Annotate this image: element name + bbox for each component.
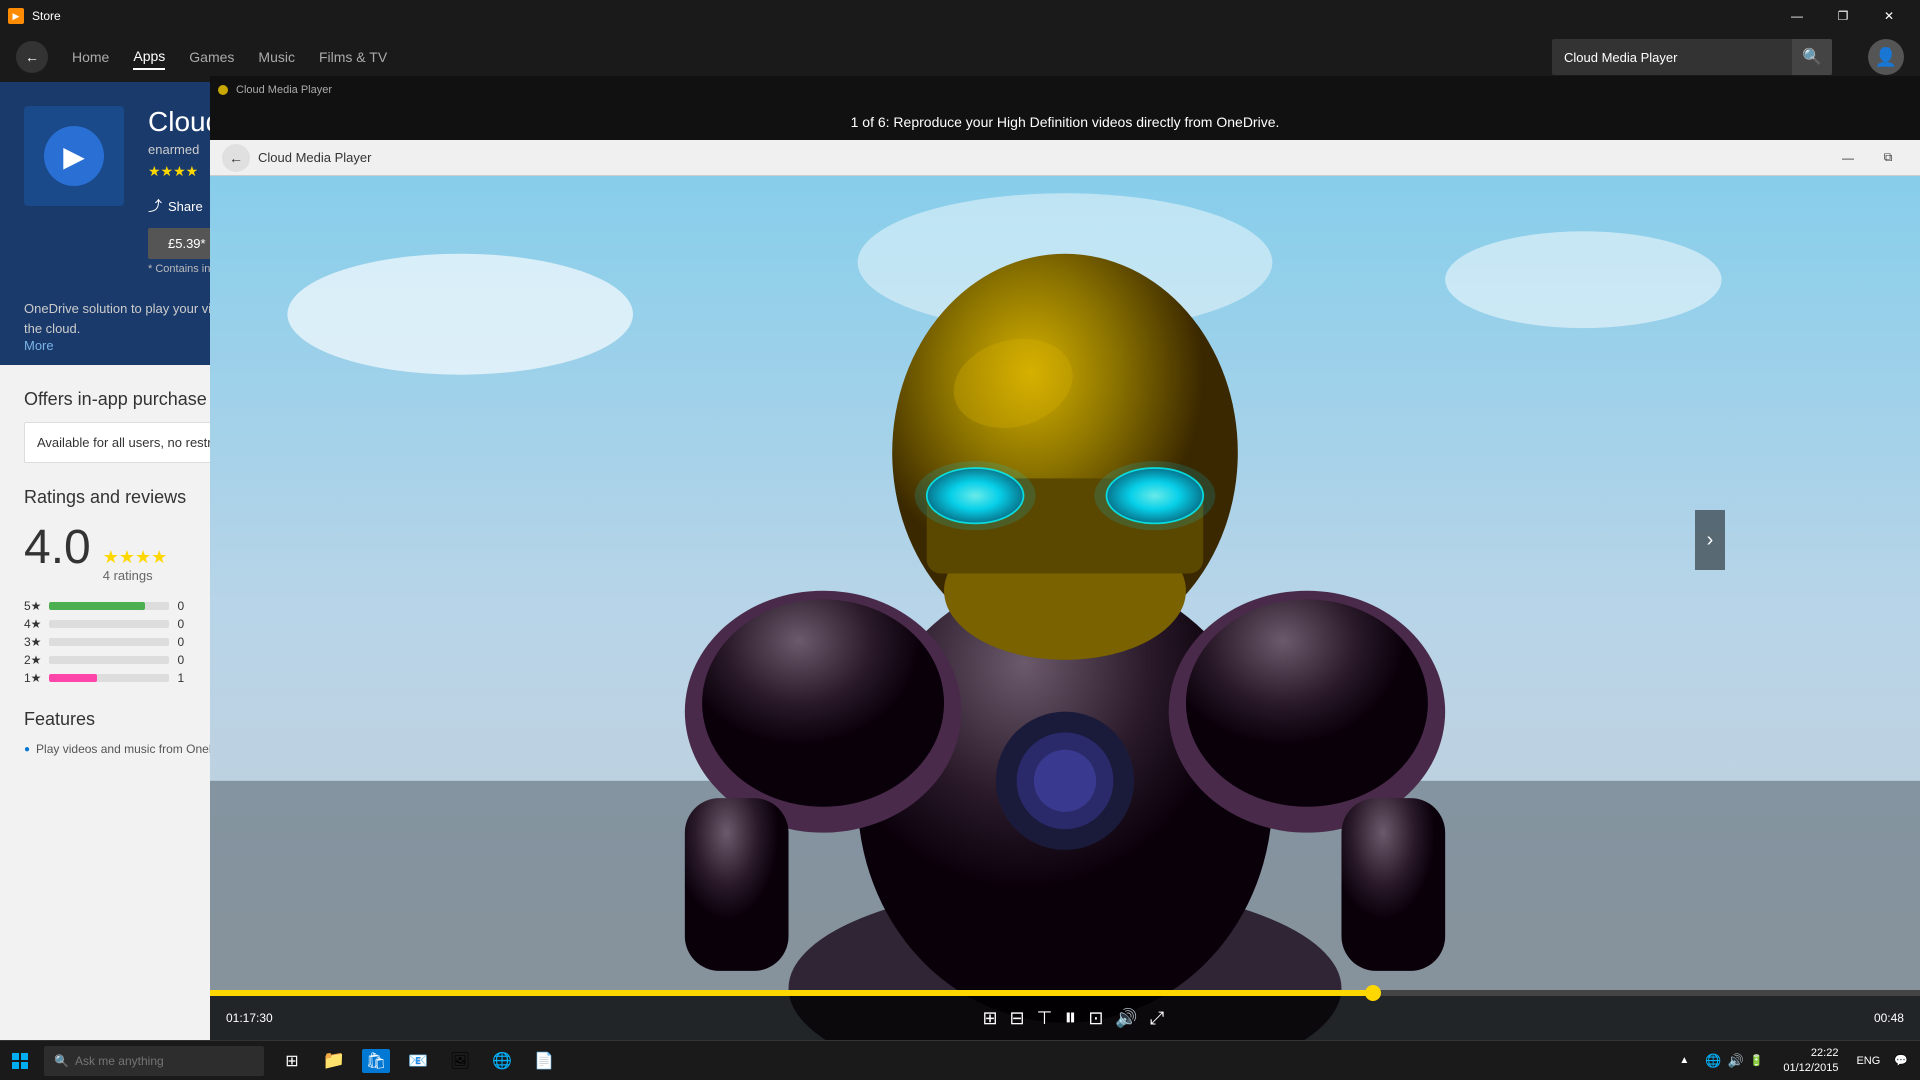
app-icon: ▶ [24,106,124,206]
acrobat-button[interactable]: 📄 [524,1041,564,1080]
bar-track-3 [49,638,169,646]
nav-films-tv[interactable]: Films & TV [319,45,387,69]
player-minimize-button[interactable]: — [1828,142,1868,174]
taskbar-search-input[interactable] [75,1054,235,1068]
rating-total: 4 ratings [103,568,168,583]
start-button[interactable] [0,1041,40,1080]
playlist-button[interactable]: ⊞ [982,1008,997,1029]
avatar[interactable]: 👤 [1868,39,1904,75]
minimap-dot [218,85,228,95]
progress-bar[interactable] [210,990,1920,996]
nav-search-input[interactable] [1552,44,1792,71]
ironman-svg [210,176,1920,1040]
next-button[interactable]: › [1695,510,1725,570]
pause-button[interactable]: ⏸ [1064,1004,1076,1032]
bar-track-5 [49,602,169,610]
app-stars: ★★★★ [148,163,198,180]
progress-fill [210,990,1373,996]
window-controls: — ❐ ✕ [1774,0,1912,32]
title-bar: ▶ Store — ❐ ✕ [0,0,1920,32]
taskbar: 🔍 ⊞ 📁 🛍 📧 🖼 🌐 📄 ▲ 🌐 🔊 🔋 [0,1040,1920,1080]
nav-apps[interactable]: Apps [133,44,165,70]
battery-icon: 🔋 [1750,1054,1764,1067]
windows-icon [12,1053,28,1069]
file-explorer-button[interactable]: 📁 [314,1041,354,1080]
bar-track-4 [49,620,169,628]
nav-back-button[interactable]: ← [16,41,48,73]
minimize-button[interactable]: — [1774,0,1820,32]
closed-caption-button[interactable]: ⊡ [1088,1008,1103,1029]
tray-expand[interactable]: ▲ [1675,1055,1693,1066]
controls-row: 01:17:30 ⊞ ⊟ ⊤ ⏸ ⊡ 🔊 ⤢ 00:48 [210,996,1920,1040]
restore-button[interactable]: ❐ [1820,0,1866,32]
video-content [210,176,1920,1040]
taskbar-clock: 22:22 01/12/2015 [1775,1046,1846,1075]
rating-stars: ★★★★ [103,547,168,568]
minimap-title: Cloud Media Player [236,84,332,96]
bar-track-2 [49,656,169,664]
bar-fill-5 [49,602,145,610]
app-icon-inner: ▶ [44,126,104,186]
close-button[interactable]: ✕ [1866,0,1912,32]
taskbar-tray: ▲ 🌐 🔊 🔋 22:22 01/12/2015 ENG 💬 [1675,1046,1920,1075]
volume-button[interactable]: 🔊 [1115,1008,1137,1029]
player-titlebar: ← Cloud Media Player — ⧉ [210,140,1920,176]
big-rating: 4.0 [24,520,91,575]
time-remaining: 00:48 [1874,1011,1904,1025]
window-icon: ▶ [8,8,24,24]
bar-track-1 [49,674,169,682]
search-icon[interactable]: 🔍 [1792,39,1832,75]
photos-button[interactable]: 🖼 [440,1041,480,1080]
progress-thumb[interactable] [1365,985,1381,1001]
video-area: 01:17:30 ⊞ ⊟ ⊤ ⏸ ⊡ 🔊 ⤢ 00:48 [210,176,1920,1040]
player-title: Cloud Media Player [258,150,371,165]
player-win-controls: — ⧉ [1828,142,1908,174]
fullscreen-button[interactable]: ⤢ [1150,1008,1164,1029]
volume-tray-icon[interactable]: 🔊 [1728,1053,1744,1069]
screenshot-caption: 1 of 6: Reproduce your High Definition v… [210,104,1920,140]
rating-detail: ★★★★ 4 ratings [103,547,168,583]
screenshot-modal: Cloud Media Player 1 of 6: Reproduce you… [210,76,1920,1040]
taskbar-icons: ⊞ 📁 🛍 📧 🖼 🌐 📄 [272,1041,564,1080]
subtitle-button[interactable]: ⊤ [1037,1008,1053,1029]
split-view-button[interactable]: ⊟ [1010,1008,1025,1029]
chrome-button[interactable]: 🌐 [482,1041,522,1080]
window-title-label: Store [32,9,61,23]
network-icon[interactable]: 🌐 [1705,1053,1721,1069]
tray-icons: 🌐 🔊 🔋 [1697,1053,1771,1069]
taskbar-search: 🔍 [44,1046,264,1076]
title-bar-left: ▶ Store [8,8,61,24]
nav-games[interactable]: Games [189,45,234,69]
nav-music[interactable]: Music [258,45,295,69]
store-taskbar-button[interactable]: 🛍 [356,1041,396,1080]
nav-bar: ← Home Apps Games Music Films & TV 🔍 👤 [0,32,1920,82]
playback-controls: ⊞ ⊟ ⊤ ⏸ ⊡ 🔊 ⤢ [982,1004,1164,1032]
lang-indicator: ENG [1850,1055,1886,1067]
mail-button[interactable]: 📧 [398,1041,438,1080]
taskview-button[interactable]: ⊞ [272,1041,312,1080]
nav-home[interactable]: Home [72,45,109,69]
notification-button[interactable]: 💬 [1890,1054,1912,1067]
player-titlebar-left: ← Cloud Media Player [222,144,371,172]
nav-search-box: 🔍 [1552,39,1832,75]
taskbar-search-icon: 🔍 [54,1054,69,1068]
ratings-title: Ratings and reviews [24,487,186,508]
video-controls: 01:17:30 ⊞ ⊟ ⊤ ⏸ ⊡ 🔊 ⤢ 00:48 [210,990,1920,1040]
player-restore-button[interactable]: ⧉ [1868,142,1908,174]
bar-fill-1 [49,674,97,682]
player-back-button[interactable]: ← [222,144,250,172]
time-current: 01:17:30 [226,1011,273,1025]
share-button[interactable]: ⤴ Share [148,196,203,216]
minimap-bar: Cloud Media Player [210,76,1920,104]
